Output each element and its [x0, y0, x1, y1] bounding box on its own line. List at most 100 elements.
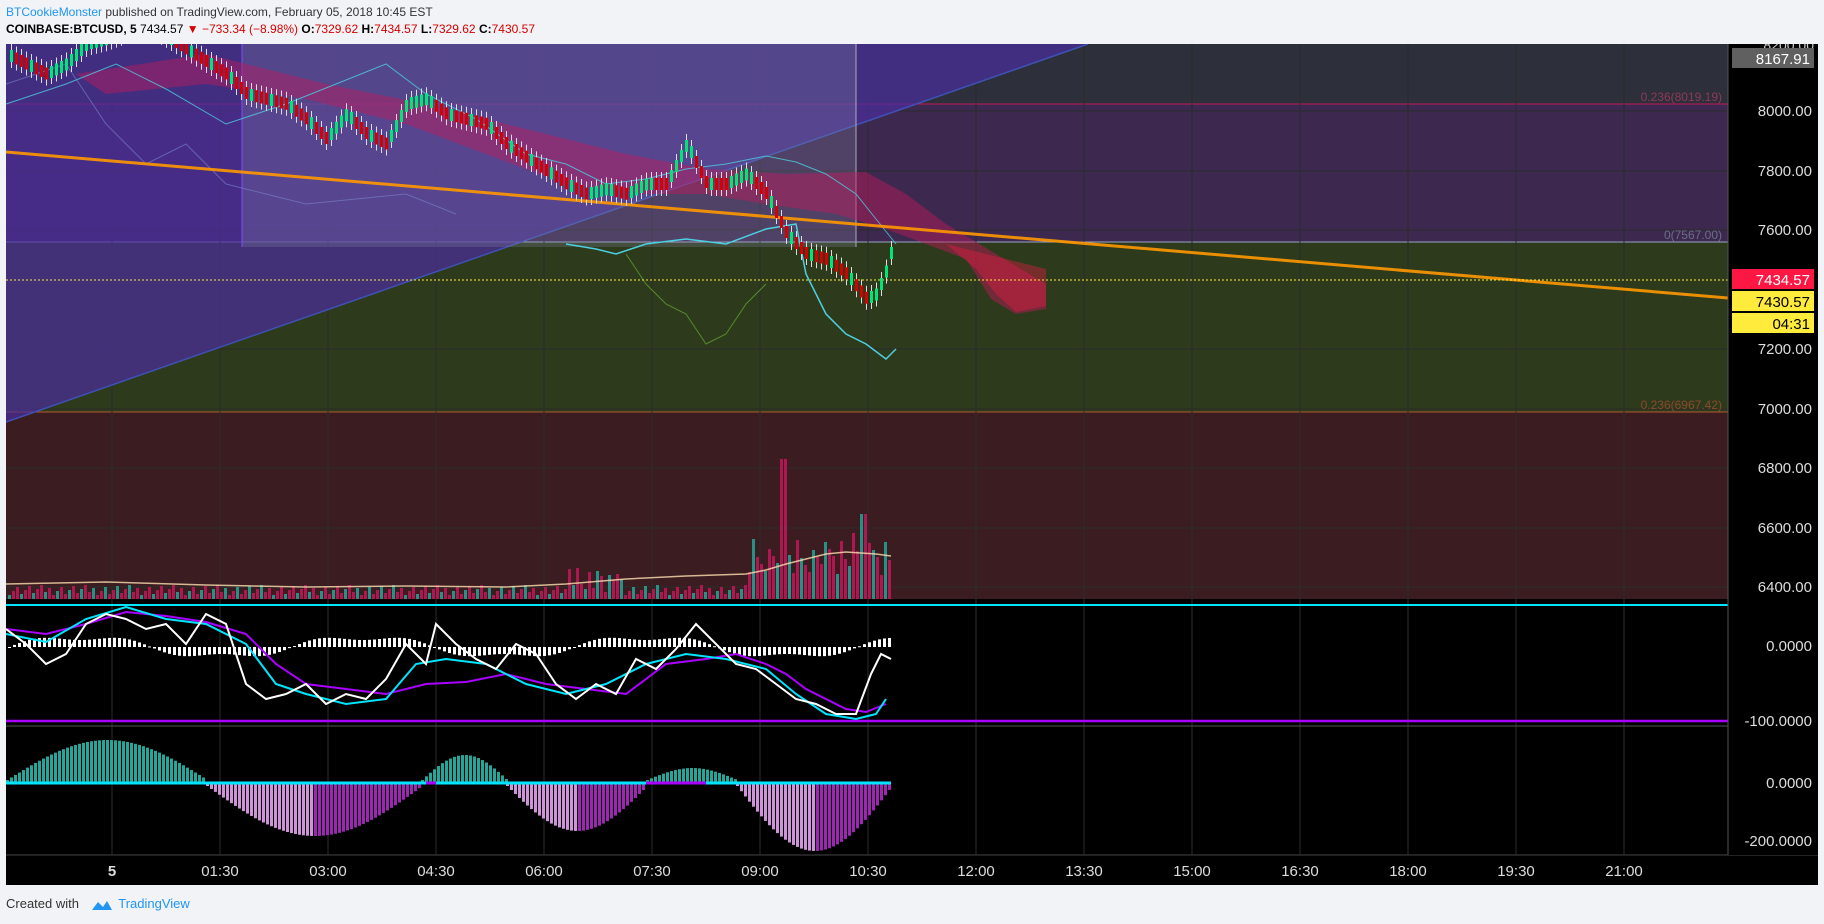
- oscillator-2-bar: [542, 783, 545, 819]
- oscillator-2-bar: [880, 783, 883, 801]
- candle-body: [80, 44, 83, 56]
- volume-bar: [764, 571, 767, 599]
- symbol-legend: COINBASE:BTCUSD, 5 7434.57 ▼ −733.34 (−8…: [6, 22, 535, 36]
- volume-bar: [168, 589, 171, 599]
- volume-bar: [440, 592, 443, 599]
- oscillator-2-bar: [330, 783, 333, 835]
- symbol-name[interactable]: COINBASE:BTCUSD, 5: [6, 22, 137, 36]
- volume-bar: [108, 594, 111, 599]
- volume-bar: [224, 588, 227, 599]
- candle-body: [415, 95, 418, 108]
- candle-body: [750, 172, 753, 184]
- candle-body: [660, 178, 663, 190]
- candle-body: [885, 265, 888, 278]
- tradingview-link[interactable]: TradingView: [118, 896, 190, 911]
- candle-body: [530, 154, 533, 166]
- price-pane[interactable]: 0.236(8019.19) 0(7567.00) 0.236(6967.42): [6, 44, 1729, 855]
- oscillator-1-bar: [178, 647, 181, 656]
- volume-bar: [368, 587, 371, 599]
- oscillator-1-bar: [208, 647, 211, 655]
- volume-bar: [16, 587, 19, 599]
- oscillator-2-bar: [630, 783, 633, 802]
- oscillator-1-bar: [93, 639, 96, 647]
- time-tick: 07:30: [633, 863, 671, 880]
- oscillator-2-bar: [290, 783, 293, 834]
- volume-bar: [528, 592, 531, 599]
- volume-bar: [88, 592, 91, 599]
- volume-bar: [544, 587, 547, 599]
- volume-bar: [644, 586, 647, 599]
- oscillator-2-bar: [222, 783, 225, 798]
- oscillator-1-bar: [273, 647, 276, 654]
- oscillator-1-bar: [38, 638, 41, 647]
- oscillator-2-bar: [86, 741, 89, 783]
- oscillator-2-bar: [526, 783, 529, 806]
- oscillator-pane-2[interactable]: [6, 740, 891, 851]
- volume-bar: [888, 560, 891, 599]
- time-axis[interactable]: 5 01:30 03:00 04:30 06:00 07:30 09:00 10…: [6, 856, 1818, 885]
- candle-body: [490, 122, 493, 134]
- volume-bar: [204, 586, 207, 599]
- chart-area[interactable]: 0.236(8019.19) 0(7567.00) 0.236(6967.42)…: [6, 44, 1818, 885]
- oscillator-2-bar: [558, 783, 561, 828]
- oscillator-1-bar: [138, 642, 141, 647]
- volume-bar: [532, 588, 535, 599]
- volume-bar: [148, 587, 151, 599]
- volume-bar: [308, 592, 311, 599]
- oscillator-1-bar: [628, 639, 631, 647]
- candle-body: [565, 177, 568, 190]
- volume-bar: [60, 587, 63, 599]
- oscillator-2-bar: [282, 783, 285, 831]
- oscillator-1-bar: [163, 647, 166, 653]
- oscillator-1-bar: [518, 647, 521, 655]
- price-tick-7200: 7200.00: [1758, 341, 1812, 358]
- oscillator-2-bar: [254, 783, 257, 819]
- oscillator-1-bar: [378, 639, 381, 647]
- oscillator-2-bar: [262, 783, 265, 823]
- candle-body: [665, 178, 668, 190]
- volume-bar: [756, 557, 759, 599]
- volume-bar: [28, 586, 31, 599]
- oscillator-pane-1[interactable]: [6, 605, 1818, 727]
- volume-bar: [276, 591, 279, 599]
- candle-body: [255, 90, 258, 103]
- price-axis[interactable]: 8200.00 8167.91 8000.00 7800.00 7600.00 …: [1727, 44, 1818, 855]
- candle-body: [505, 137, 508, 149]
- osc2-tick-minus200: -200.0000: [1744, 833, 1812, 850]
- oscillator-1-bar: [633, 639, 636, 647]
- candle-body: [465, 112, 468, 125]
- volume-bar: [848, 566, 851, 599]
- oscillator-1-bar: [418, 641, 421, 647]
- volume-bar: [780, 459, 783, 599]
- candle-body: [285, 97, 288, 110]
- volume-bar: [796, 540, 799, 599]
- oscillator-1-bar: [268, 647, 271, 655]
- oscillator-2-bar: [618, 783, 621, 813]
- oscillator-1-bar: [213, 647, 216, 655]
- oscillator-2-bar: [82, 742, 85, 783]
- close-label: C:: [478, 22, 492, 36]
- candle-body: [430, 96, 433, 108]
- oscillator-2-bar: [346, 783, 349, 831]
- osc1-tick-minus100: -100.0000: [1744, 713, 1812, 730]
- oscillator-1-bar: [873, 640, 876, 647]
- candle-body: [440, 103, 443, 116]
- oscillator-1-bar: [128, 639, 131, 647]
- oscillator-1-bar: [608, 637, 611, 647]
- oscillator-2-bar: [748, 783, 751, 802]
- volume-bar: [404, 595, 407, 599]
- oscillator-2-bar: [718, 772, 721, 783]
- volume-bar: [344, 589, 347, 599]
- oscillator-1-bar: [173, 647, 176, 656]
- oscillator-1-bar: [108, 637, 111, 647]
- author-link[interactable]: BTCookieMonster: [6, 5, 102, 19]
- candle-body: [815, 250, 818, 263]
- oscillator-2-bar: [398, 783, 401, 803]
- oscillator-2-bar: [493, 768, 496, 783]
- volume-bar: [420, 590, 423, 599]
- volume-bar: [144, 591, 147, 599]
- high-value: 7434.57: [374, 22, 418, 36]
- volume-bar: [228, 595, 231, 599]
- volume-bar: [696, 589, 699, 599]
- candle-body: [735, 173, 738, 186]
